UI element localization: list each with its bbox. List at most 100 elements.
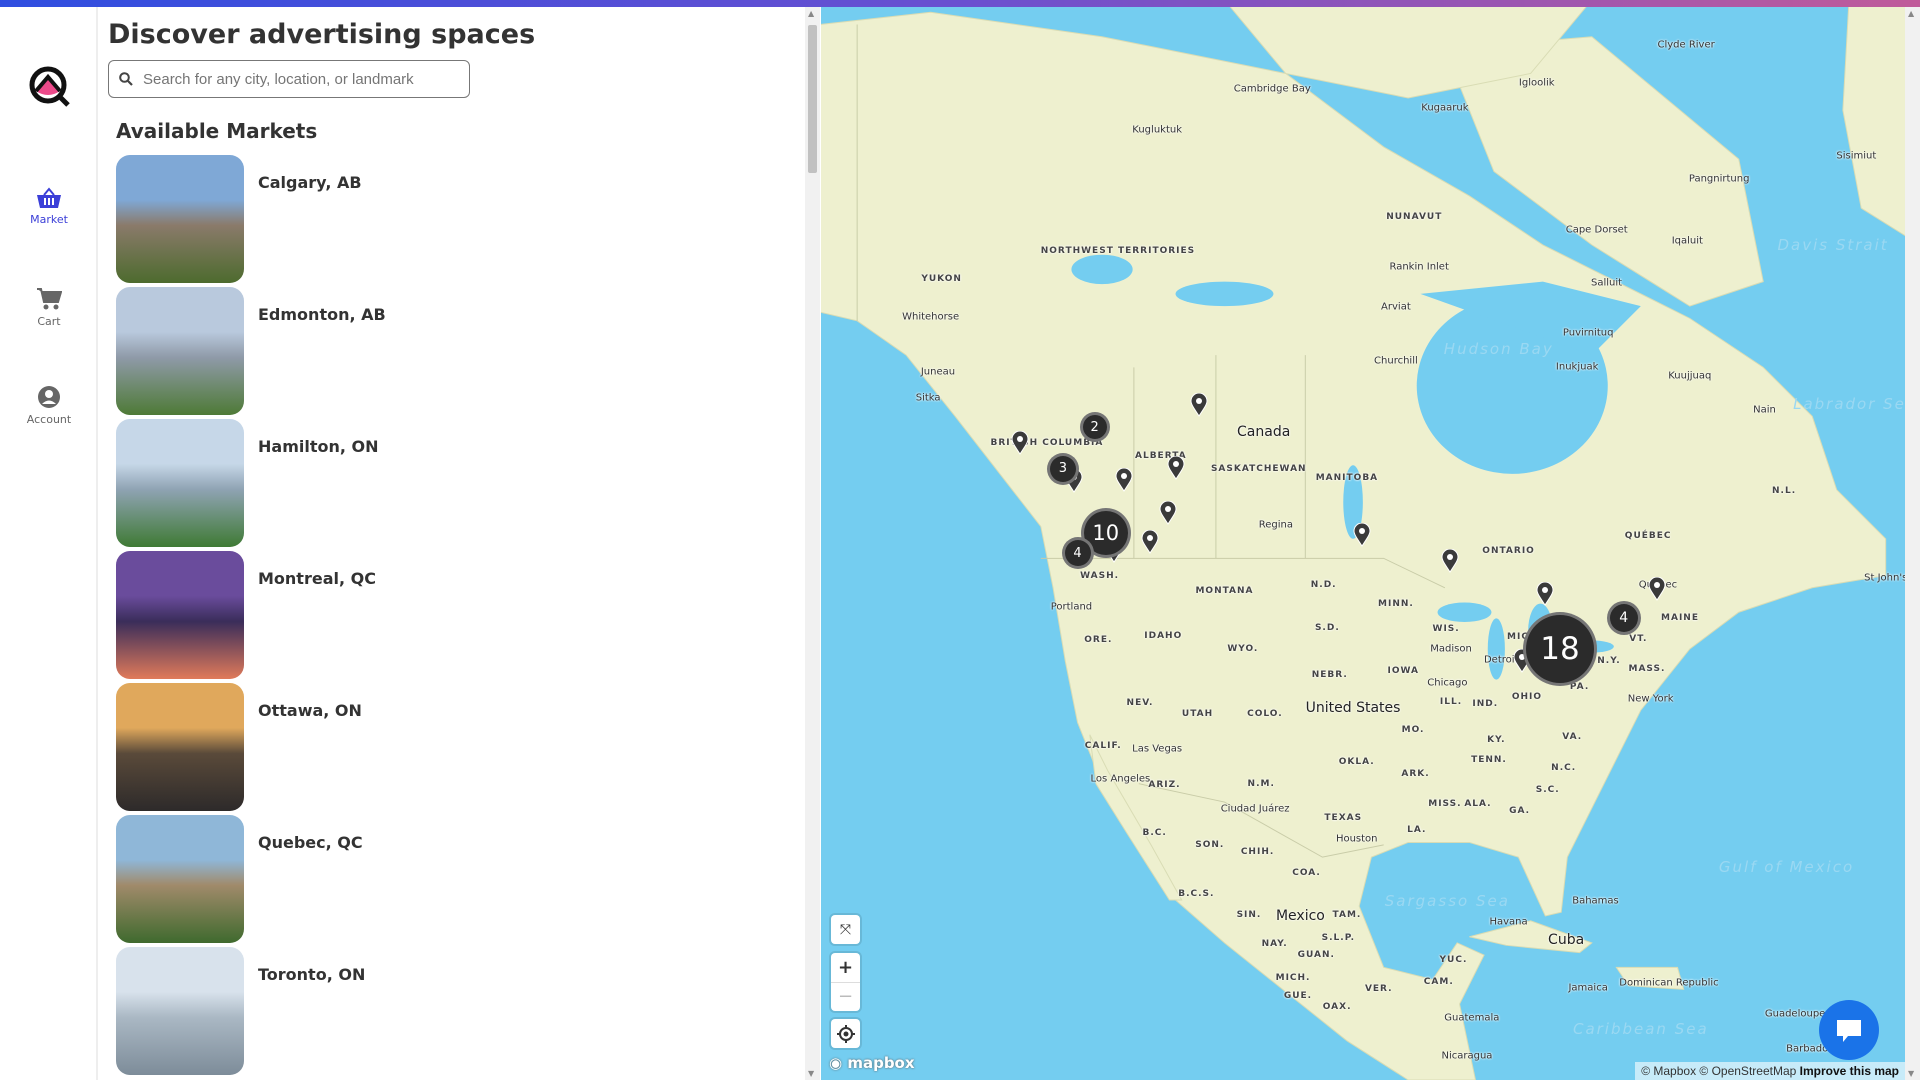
map-label: S.C. <box>1535 784 1560 795</box>
map-pin[interactable] <box>1353 522 1371 551</box>
map-label: MINN. <box>1378 598 1414 609</box>
map-label: Portland <box>1050 601 1093 613</box>
market-card[interactable]: Quebec, QC <box>116 815 716 943</box>
panel-scrollbar[interactable]: ▲ ▼ <box>805 7 820 1080</box>
map-cluster[interactable]: 4 <box>1606 601 1641 636</box>
map-label: KY. <box>1487 734 1506 745</box>
zoom-in-button[interactable]: + <box>838 953 853 982</box>
market-name[interactable]: Edmonton, AB <box>258 305 386 324</box>
market-image[interactable] <box>116 947 244 1075</box>
page-title: Discover advertising spaces <box>108 19 536 50</box>
map-pin[interactable] <box>1536 581 1554 610</box>
map-cluster[interactable]: 3 <box>1046 452 1079 485</box>
zoom-out-button[interactable]: − <box>831 982 860 1011</box>
map-cluster[interactable]: 4 <box>1061 537 1094 570</box>
map-pin[interactable] <box>1115 467 1133 496</box>
map-label: Hudson Bay <box>1443 339 1554 358</box>
map-pin[interactable] <box>1648 576 1666 605</box>
market-image[interactable] <box>116 419 244 547</box>
map-label: Igloolik <box>1518 77 1555 89</box>
map-label: IOWA <box>1387 666 1419 677</box>
map-label: Sargasso Sea <box>1384 892 1510 911</box>
fullscreen-icon: ⤧ <box>839 921 852 938</box>
map-label: Cuba <box>1548 932 1585 949</box>
map-label: NEV. <box>1126 697 1154 708</box>
map-label: GA. <box>1509 805 1531 816</box>
nav-market-label: Market <box>30 213 68 226</box>
map-label: Arviat <box>1381 301 1411 313</box>
search-input[interactable] <box>143 70 453 88</box>
map-label: Mexico <box>1275 907 1325 924</box>
market-image[interactable] <box>116 155 244 283</box>
map-label: CALIF. <box>1084 740 1122 751</box>
market-card[interactable]: Hamilton, ON <box>116 419 716 547</box>
market-image[interactable] <box>116 683 244 811</box>
map-label: Davis Strait <box>1777 235 1889 254</box>
map-label: Salluit <box>1590 277 1623 289</box>
map-label: N.Y. <box>1597 656 1621 667</box>
map-label: New York <box>1627 693 1674 705</box>
map-pin[interactable] <box>1011 430 1029 459</box>
map-pin[interactable] <box>1159 500 1177 529</box>
nav-cart[interactable]: Cart <box>0 287 98 328</box>
market-image[interactable] <box>116 551 244 679</box>
map-label: N.L. <box>1772 486 1797 497</box>
market-name[interactable]: Montreal, QC <box>258 569 376 588</box>
map-label: SIN. <box>1236 909 1262 920</box>
market-image[interactable] <box>116 287 244 415</box>
map-pin-icon <box>1441 548 1459 573</box>
map-cluster[interactable]: 2 <box>1079 412 1110 443</box>
map-label: NEBR. <box>1311 669 1348 680</box>
map-label: ONTARIO <box>1482 546 1535 557</box>
map-label: Kugluktuk <box>1132 124 1182 136</box>
map-pin[interactable] <box>1166 455 1185 484</box>
map[interactable]: Canada United States Mexico Cuba Hudson Bay N… <box>821 7 1905 1080</box>
map-pin-icon <box>1141 529 1159 555</box>
chat-button[interactable] <box>1819 1000 1879 1060</box>
map-label: OKLA. <box>1338 756 1375 767</box>
map-label: Regina <box>1258 519 1294 531</box>
market-name[interactable]: Ottawa, ON <box>258 701 362 720</box>
map-label: St John's <box>1864 572 1905 584</box>
market-name[interactable]: Hamilton, ON <box>258 437 379 456</box>
market-card[interactable]: Edmonton, AB <box>116 287 716 415</box>
fullscreen-button[interactable]: ⤧ <box>831 915 860 944</box>
map-label: MO. <box>1401 724 1425 735</box>
search-box[interactable] <box>108 60 470 98</box>
market-name[interactable]: Quebec, QC <box>258 833 363 852</box>
nav-market[interactable]: Market <box>0 187 98 226</box>
market-card[interactable]: Montreal, QC <box>116 551 716 679</box>
map-label: VT. <box>1629 634 1648 645</box>
map-label: Puvirnituq <box>1562 327 1614 339</box>
market-card[interactable]: Calgary, AB <box>116 155 716 283</box>
map-label: QUÉBEC <box>1624 531 1672 542</box>
map-label: Churchill <box>1374 355 1418 367</box>
market-card[interactable]: Ottawa, ON <box>116 683 716 811</box>
mapbox-icon: ◉ <box>829 1054 843 1072</box>
map-label: IND. <box>1472 699 1499 710</box>
map-pin[interactable] <box>1190 392 1208 421</box>
map-label: Nicaragua <box>1441 1050 1493 1061</box>
map-pin[interactable] <box>1441 548 1459 577</box>
market-image[interactable] <box>116 815 244 943</box>
mapbox-logo[interactable]: ◉ mapbox <box>829 1054 915 1072</box>
improve-map-link[interactable]: Improve this map <box>1800 1064 1899 1078</box>
map-pin[interactable] <box>1141 529 1159 558</box>
map-label: Cape Dorset <box>1565 224 1628 236</box>
market-card[interactable]: Toronto, ON <box>116 947 716 1075</box>
market-name[interactable]: Toronto, ON <box>258 965 365 984</box>
map-label: MASS. <box>1628 663 1666 674</box>
nav-cart-label: Cart <box>37 315 61 328</box>
map-label: Las Vegas <box>1132 743 1183 755</box>
map-label: COA. <box>1292 868 1321 879</box>
geolocate-button[interactable] <box>831 1019 860 1048</box>
map-label: Caribbean Sea <box>1572 1019 1709 1038</box>
page-scrollbar[interactable]: ▲ ▼ <box>1905 7 1920 1080</box>
nav-account[interactable]: Account <box>0 385 98 426</box>
map-label: VA. <box>1562 732 1583 743</box>
map-label: UTAH <box>1181 708 1214 719</box>
map-label: TEXAS <box>1324 812 1363 823</box>
map-label: Los Angeles <box>1090 773 1151 785</box>
market-name[interactable]: Calgary, AB <box>258 173 362 192</box>
map-cluster[interactable]: 18 <box>1523 611 1597 686</box>
